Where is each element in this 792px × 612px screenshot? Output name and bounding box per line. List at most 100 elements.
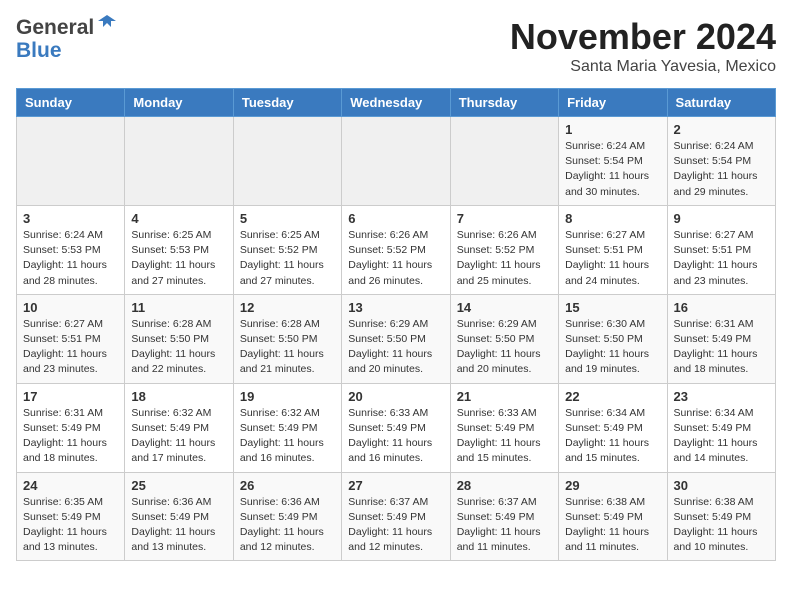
calendar-cell: 22Sunrise: 6:34 AM Sunset: 5:49 PM Dayli… — [559, 383, 667, 472]
day-number: 6 — [348, 211, 443, 226]
calendar-week-row: 3Sunrise: 6:24 AM Sunset: 5:53 PM Daylig… — [17, 205, 776, 294]
day-number: 19 — [240, 389, 335, 404]
page-subtitle: Santa Maria Yavesia, Mexico — [510, 58, 776, 76]
day-info: Sunrise: 6:38 AM Sunset: 5:49 PM Dayligh… — [674, 495, 769, 556]
day-info: Sunrise: 6:37 AM Sunset: 5:49 PM Dayligh… — [348, 495, 443, 556]
day-number: 28 — [457, 478, 552, 493]
header: General Blue November 2024 Santa Maria Y… — [16, 16, 776, 76]
calendar-cell: 27Sunrise: 6:37 AM Sunset: 5:49 PM Dayli… — [342, 472, 450, 561]
day-info: Sunrise: 6:25 AM Sunset: 5:53 PM Dayligh… — [131, 228, 226, 289]
day-number: 11 — [131, 300, 226, 315]
day-info: Sunrise: 6:32 AM Sunset: 5:49 PM Dayligh… — [131, 406, 226, 467]
calendar-cell: 17 Sunrise: 6:31 AM Sunset: 5:49 PM Dayli… — [17, 383, 125, 472]
calendar-cell: 3Sunrise: 6:24 AM Sunset: 5:53 PM Daylig… — [17, 205, 125, 294]
day-number: 18 — [131, 389, 226, 404]
weekday-header-tuesday: Tuesday — [233, 89, 341, 117]
weekday-header-saturday: Saturday — [667, 89, 775, 117]
calendar-cell: 28 Sunrise: 6:37 AM Sunset: 5:49 PM Dayli… — [450, 472, 558, 561]
calendar-cell: 24 Sunrise: 6:35 AM Sunset: 5:49 PM Dayli… — [17, 472, 125, 561]
day-info: Sunrise: 6:24 AM Sunset: 5:54 PM Dayligh… — [674, 139, 769, 200]
day-number: 14 — [457, 300, 552, 315]
weekday-header-friday: Friday — [559, 89, 667, 117]
day-number: 1 — [565, 122, 660, 137]
day-number: 13 — [348, 300, 443, 315]
calendar-cell — [342, 117, 450, 206]
calendar-week-row: 1 Sunrise: 6:24 AM Sunset: 5:54 PM Daylig… — [17, 117, 776, 206]
logo-bird-icon — [96, 13, 118, 40]
day-number: 23 — [674, 389, 769, 404]
calendar-cell: 12 Sunrise: 6:28 AM Sunset: 5:50 PM Dayli… — [233, 294, 341, 383]
weekday-header-wednesday: Wednesday — [342, 89, 450, 117]
day-number: 30 — [674, 478, 769, 493]
calendar-cell: 18 Sunrise: 6:32 AM Sunset: 5:49 PM Dayli… — [125, 383, 233, 472]
day-info: Sunrise: 6:33 AM Sunset: 5:49 PM Dayligh… — [348, 406, 443, 467]
calendar-cell: 7Sunrise: 6:26 AM Sunset: 5:52 PM Daylig… — [450, 205, 558, 294]
day-number: 20 — [348, 389, 443, 404]
day-info: Sunrise: 6:28 AM Sunset: 5:50 PM Dayligh… — [131, 317, 226, 378]
calendar-header: SundayMondayTuesdayWednesdayThursdayFrid… — [17, 89, 776, 117]
day-number: 12 — [240, 300, 335, 315]
day-number: 8 — [565, 211, 660, 226]
calendar-cell: 30 Sunrise: 6:38 AM Sunset: 5:49 PM Dayli… — [667, 472, 775, 561]
calendar-cell: 4 Sunrise: 6:25 AM Sunset: 5:53 PM Daylig… — [125, 205, 233, 294]
day-number: 9 — [674, 211, 769, 226]
day-info: Sunrise: 6:30 AM Sunset: 5:50 PM Dayligh… — [565, 317, 660, 378]
day-info: Sunrise: 6:29 AM Sunset: 5:50 PM Dayligh… — [457, 317, 552, 378]
day-number: 17 — [23, 389, 118, 404]
day-number: 15 — [565, 300, 660, 315]
calendar-cell — [450, 117, 558, 206]
day-number: 29 — [565, 478, 660, 493]
logo-blue: Blue — [16, 39, 62, 62]
calendar-cell: 11 Sunrise: 6:28 AM Sunset: 5:50 PM Dayli… — [125, 294, 233, 383]
calendar-cell: 25Sunrise: 6:36 AM Sunset: 5:49 PM Dayli… — [125, 472, 233, 561]
day-info: Sunrise: 6:27 AM Sunset: 5:51 PM Dayligh… — [674, 228, 769, 289]
calendar-cell: 5Sunrise: 6:25 AM Sunset: 5:52 PM Daylig… — [233, 205, 341, 294]
logo-general: General — [16, 16, 94, 39]
calendar-cell: 29 Sunrise: 6:38 AM Sunset: 5:49 PM Dayli… — [559, 472, 667, 561]
day-info: Sunrise: 6:32 AM Sunset: 5:49 PM Dayligh… — [240, 406, 335, 467]
page-title: November 2024 — [510, 16, 776, 58]
weekday-header-sunday: Sunday — [17, 89, 125, 117]
weekday-header-monday: Monday — [125, 89, 233, 117]
day-info: Sunrise: 6:36 AM Sunset: 5:49 PM Dayligh… — [240, 495, 335, 556]
title-area: November 2024 Santa Maria Yavesia, Mexic… — [510, 16, 776, 76]
calendar-cell: 26Sunrise: 6:36 AM Sunset: 5:49 PM Dayli… — [233, 472, 341, 561]
weekday-header-thursday: Thursday — [450, 89, 558, 117]
calendar-cell: 8 Sunrise: 6:27 AM Sunset: 5:51 PM Daylig… — [559, 205, 667, 294]
day-number: 7 — [457, 211, 552, 226]
calendar-table: SundayMondayTuesdayWednesdayThursdayFrid… — [16, 88, 776, 561]
day-number: 4 — [131, 211, 226, 226]
calendar-week-row: 24 Sunrise: 6:35 AM Sunset: 5:49 PM Dayli… — [17, 472, 776, 561]
calendar-cell: 6 Sunrise: 6:26 AM Sunset: 5:52 PM Daylig… — [342, 205, 450, 294]
calendar-cell: 16Sunrise: 6:31 AM Sunset: 5:49 PM Dayli… — [667, 294, 775, 383]
day-number: 22 — [565, 389, 660, 404]
day-info: Sunrise: 6:27 AM Sunset: 5:51 PM Dayligh… — [565, 228, 660, 289]
day-info: Sunrise: 6:37 AM Sunset: 5:49 PM Dayligh… — [457, 495, 552, 556]
day-number: 24 — [23, 478, 118, 493]
day-info: Sunrise: 6:25 AM Sunset: 5:52 PM Dayligh… — [240, 228, 335, 289]
calendar-cell: 19 Sunrise: 6:32 AM Sunset: 5:49 PM Dayli… — [233, 383, 341, 472]
calendar-cell: 14 Sunrise: 6:29 AM Sunset: 5:50 PM Dayli… — [450, 294, 558, 383]
day-info: Sunrise: 6:34 AM Sunset: 5:49 PM Dayligh… — [674, 406, 769, 467]
day-info: Sunrise: 6:29 AM Sunset: 5:50 PM Dayligh… — [348, 317, 443, 378]
day-info: Sunrise: 6:36 AM Sunset: 5:49 PM Dayligh… — [131, 495, 226, 556]
calendar-cell — [233, 117, 341, 206]
calendar-cell: 9 Sunrise: 6:27 AM Sunset: 5:51 PM Daylig… — [667, 205, 775, 294]
day-info: Sunrise: 6:28 AM Sunset: 5:50 PM Dayligh… — [240, 317, 335, 378]
day-number: 2 — [674, 122, 769, 137]
calendar-cell: 10Sunrise: 6:27 AM Sunset: 5:51 PM Dayli… — [17, 294, 125, 383]
day-info: Sunrise: 6:38 AM Sunset: 5:49 PM Dayligh… — [565, 495, 660, 556]
day-number: 10 — [23, 300, 118, 315]
weekday-header-row: SundayMondayTuesdayWednesdayThursdayFrid… — [17, 89, 776, 117]
day-number: 3 — [23, 211, 118, 226]
calendar-week-row: 10Sunrise: 6:27 AM Sunset: 5:51 PM Dayli… — [17, 294, 776, 383]
day-info: Sunrise: 6:31 AM Sunset: 5:49 PM Dayligh… — [23, 406, 118, 467]
day-info: Sunrise: 6:33 AM Sunset: 5:49 PM Dayligh… — [457, 406, 552, 467]
calendar-cell: 15 Sunrise: 6:30 AM Sunset: 5:50 PM Dayli… — [559, 294, 667, 383]
day-info: Sunrise: 6:35 AM Sunset: 5:49 PM Dayligh… — [23, 495, 118, 556]
day-info: Sunrise: 6:24 AM Sunset: 5:54 PM Dayligh… — [565, 139, 660, 200]
day-number: 21 — [457, 389, 552, 404]
logo: General Blue — [16, 16, 118, 62]
day-info: Sunrise: 6:26 AM Sunset: 5:52 PM Dayligh… — [348, 228, 443, 289]
calendar-body: 1 Sunrise: 6:24 AM Sunset: 5:54 PM Daylig… — [17, 117, 776, 561]
